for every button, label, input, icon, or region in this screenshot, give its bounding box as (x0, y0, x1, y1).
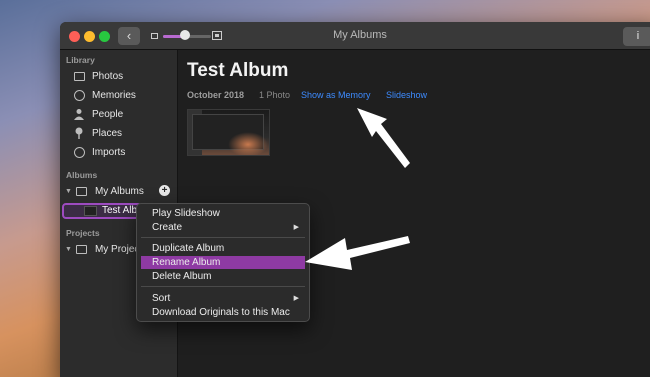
arrow-to-rename-album-icon (305, 236, 410, 270)
annotation-arrows (305, 108, 410, 270)
arrow-to-show-as-memory-icon (357, 108, 410, 168)
